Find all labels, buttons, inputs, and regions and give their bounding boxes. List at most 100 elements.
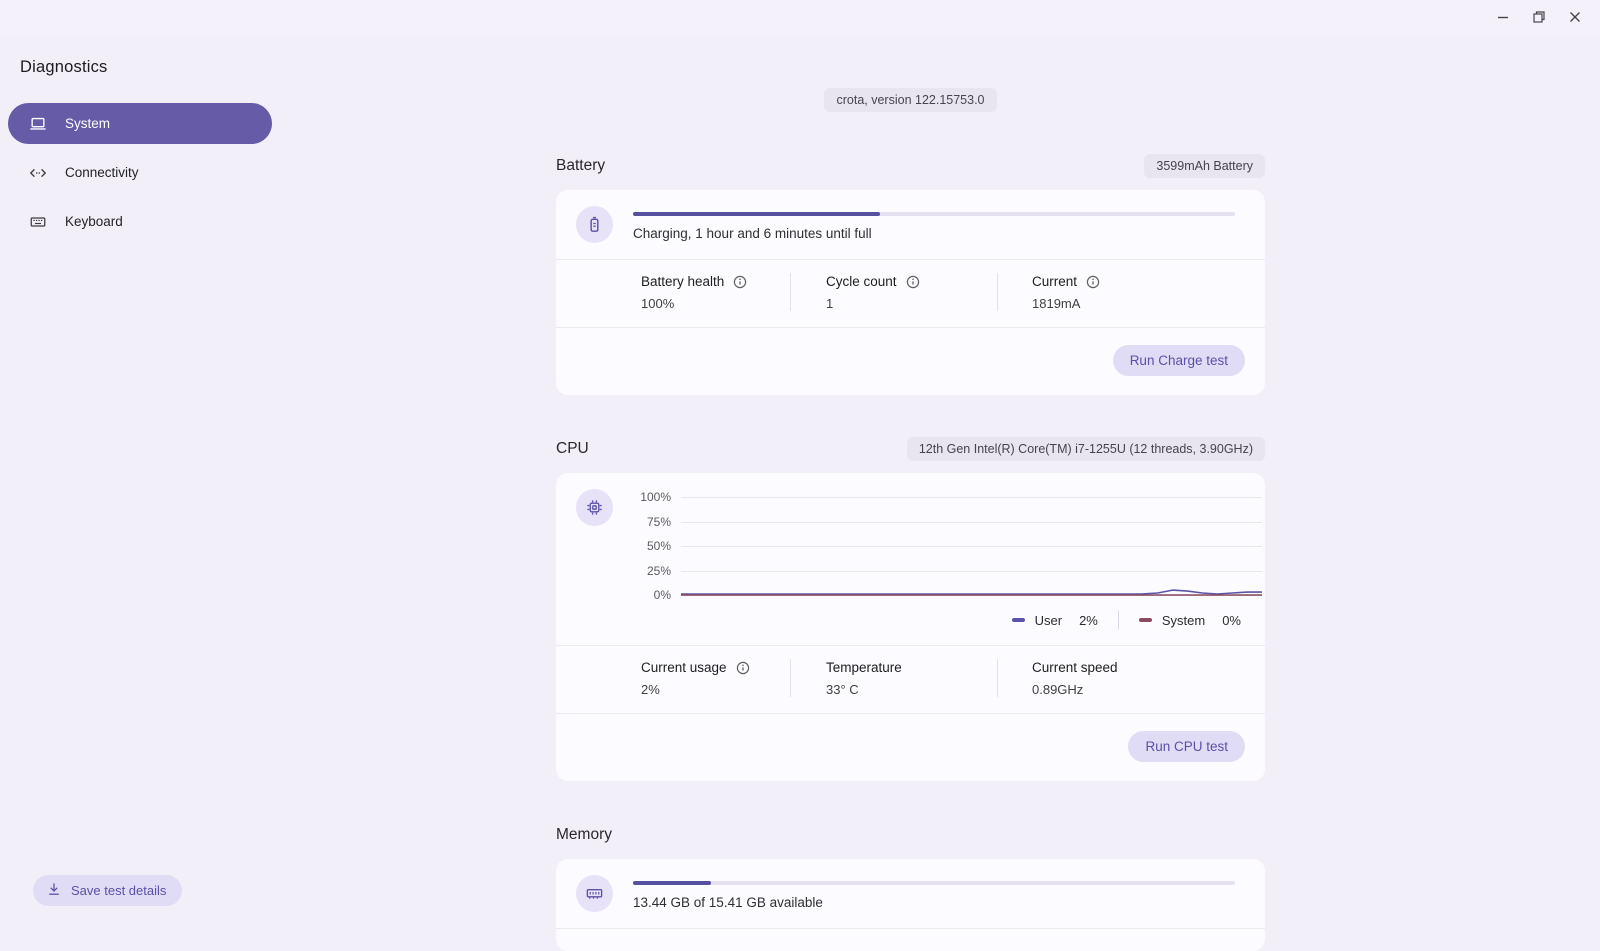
sidebar-item-label: Keyboard	[65, 214, 123, 229]
cycle-count-label: Cycle count	[826, 274, 897, 289]
battery-health-value: 100%	[641, 296, 675, 311]
battery-section: Battery 3599mAh Battery Charging, 1 hour…	[556, 154, 1265, 395]
battery-section-header: Battery 3599mAh Battery	[556, 154, 1265, 178]
memory-section-header: Memory	[556, 823, 1265, 847]
current-speed-stat: Current speed 0.89GHz	[997, 659, 1245, 697]
sidebar-item-label: System	[65, 116, 111, 131]
app-title: Diagnostics	[20, 58, 108, 76]
current-speed-label: Current speed	[1032, 660, 1118, 675]
minimize-button[interactable]	[1488, 4, 1518, 32]
current-usage-stat: Current usage 2%	[641, 659, 790, 697]
battery-status-text: Charging, 1 hour and 6 minutes until ful…	[633, 226, 872, 241]
close-icon	[1569, 11, 1581, 26]
battery-icon	[576, 206, 613, 243]
battery-charge-bar-fill	[633, 212, 880, 216]
cpu-chart-y-axis: 100% 75% 50% 25% 0%	[626, 490, 681, 602]
info-icon[interactable]	[1086, 275, 1100, 289]
info-icon[interactable]	[906, 275, 920, 289]
sidebar: Diagnostics System Connectivity Keyboard…	[0, 36, 280, 950]
download-icon	[46, 881, 62, 900]
system-series-swatch	[1138, 618, 1152, 622]
temperature-label: Temperature	[826, 660, 902, 675]
battery-card-footer: Run Charge test	[556, 328, 1265, 395]
keyboard-icon	[29, 213, 47, 231]
info-icon[interactable]	[736, 661, 750, 675]
cpu-stats-row: Current usage 2% Temperature 33° C Curre…	[556, 646, 1265, 713]
memory-section-title: Memory	[556, 826, 612, 843]
main-content: crota, version 122.15753.0 Battery 3599m…	[556, 36, 1265, 951]
battery-card: Charging, 1 hour and 6 minutes until ful…	[556, 190, 1265, 395]
legend-item-user: User 2%	[1011, 612, 1098, 628]
memory-usage-bar-fill	[633, 881, 712, 885]
sidebar-item-label: Connectivity	[65, 165, 139, 180]
version-chip: crota, version 122.15753.0	[824, 88, 997, 112]
battery-capacity-chip: 3599mAh Battery	[1144, 154, 1265, 178]
cpu-section-title: CPU	[556, 440, 589, 457]
cpu-usage-chart: 100% 75% 50% 25% 0%	[626, 489, 1262, 602]
cpu-card-footer: Run CPU test	[556, 714, 1265, 781]
cpu-chart-row: 100% 75% 50% 25% 0%	[556, 473, 1265, 602]
memory-usage-block: 13.44 GB of 15.41 GB available	[633, 875, 1235, 910]
network-icon	[29, 164, 47, 182]
y-tick-label: 25%	[646, 563, 671, 578]
temperature-stat: Temperature 33° C	[790, 659, 997, 697]
battery-charge-block: Charging, 1 hour and 6 minutes until ful…	[633, 206, 1235, 241]
y-tick-label: 100%	[640, 490, 671, 504]
battery-stats-row: Battery health 100% Cycle count 1 Curren…	[556, 260, 1265, 327]
current-stat: Current 1819mA	[997, 273, 1245, 311]
system-series-value: 0%	[1222, 612, 1241, 628]
laptop-icon	[29, 115, 47, 133]
memory-card: 13.44 GB of 15.41 GB available	[556, 859, 1265, 951]
current-usage-label: Current usage	[641, 660, 727, 675]
current-usage-value: 2%	[641, 682, 660, 697]
run-cpu-test-button[interactable]: Run CPU test	[1128, 731, 1245, 762]
y-tick-label: 75%	[646, 514, 671, 529]
info-icon[interactable]	[733, 275, 747, 289]
battery-card-top: Charging, 1 hour and 6 minutes until ful…	[556, 190, 1265, 259]
memory-card-tail	[556, 929, 1265, 951]
cpu-chart-legend: User 2% System 0%	[556, 597, 1265, 645]
close-button[interactable]	[1560, 4, 1590, 32]
window-titlebar	[0, 0, 1600, 36]
temperature-value: 33° C	[826, 682, 859, 697]
cpu-section-header: CPU 12th Gen Intel(R) Core(TM) i7-1255U …	[556, 437, 1265, 461]
minimize-icon	[1497, 11, 1509, 26]
save-test-details-label: Save test details	[71, 883, 167, 898]
sidebar-item-system[interactable]: System	[8, 103, 272, 144]
cycle-count-value: 1	[826, 296, 834, 311]
battery-health-stat: Battery health 100%	[641, 273, 790, 311]
memory-card-top: 13.44 GB of 15.41 GB available	[556, 859, 1265, 928]
memory-usage-bar	[633, 881, 1235, 885]
sidebar-nav: System Connectivity Keyboard	[0, 103, 280, 242]
legend-item-system: System 0%	[1138, 612, 1241, 628]
cpu-model-chip: 12th Gen Intel(R) Core(TM) i7-1255U (12 …	[906, 437, 1265, 461]
memory-status-text: 13.44 GB of 15.41 GB available	[633, 895, 823, 910]
cpu-chart-lines	[681, 589, 1262, 596]
run-charge-test-button[interactable]: Run Charge test	[1112, 345, 1245, 376]
user-series-label: User	[1034, 612, 1063, 628]
sidebar-item-connectivity[interactable]: Connectivity	[8, 152, 272, 193]
y-tick-label: 50%	[646, 539, 671, 553]
restore-icon	[1533, 10, 1545, 26]
save-test-details-button[interactable]: Save test details	[33, 875, 183, 906]
current-label: Current	[1032, 274, 1078, 289]
user-series-value: 2%	[1079, 612, 1098, 628]
memory-section: Memory 13.44 GB of 15.41 GB available	[556, 823, 1265, 951]
battery-charge-bar	[633, 212, 1235, 216]
cpu-icon	[576, 489, 613, 526]
current-speed-value: 0.89GHz	[1032, 682, 1084, 697]
cycle-count-stat: Cycle count 1	[790, 273, 997, 311]
cpu-section: CPU 12th Gen Intel(R) Core(TM) i7-1255U …	[556, 437, 1265, 781]
legend-separator	[1117, 611, 1119, 629]
restore-button[interactable]	[1524, 4, 1554, 32]
current-value: 1819mA	[1032, 296, 1081, 311]
user-series-swatch	[1011, 618, 1025, 622]
cpu-chart-plot	[681, 497, 1262, 596]
battery-health-label: Battery health	[641, 274, 725, 289]
memory-icon	[576, 875, 613, 912]
battery-section-title: Battery	[556, 157, 606, 174]
y-tick-label: 0%	[653, 588, 671, 602]
cpu-card: 100% 75% 50% 25% 0% User 2% System 0% Cu…	[556, 473, 1265, 781]
sidebar-item-keyboard[interactable]: Keyboard	[8, 201, 272, 242]
system-series-label: System	[1161, 612, 1206, 628]
